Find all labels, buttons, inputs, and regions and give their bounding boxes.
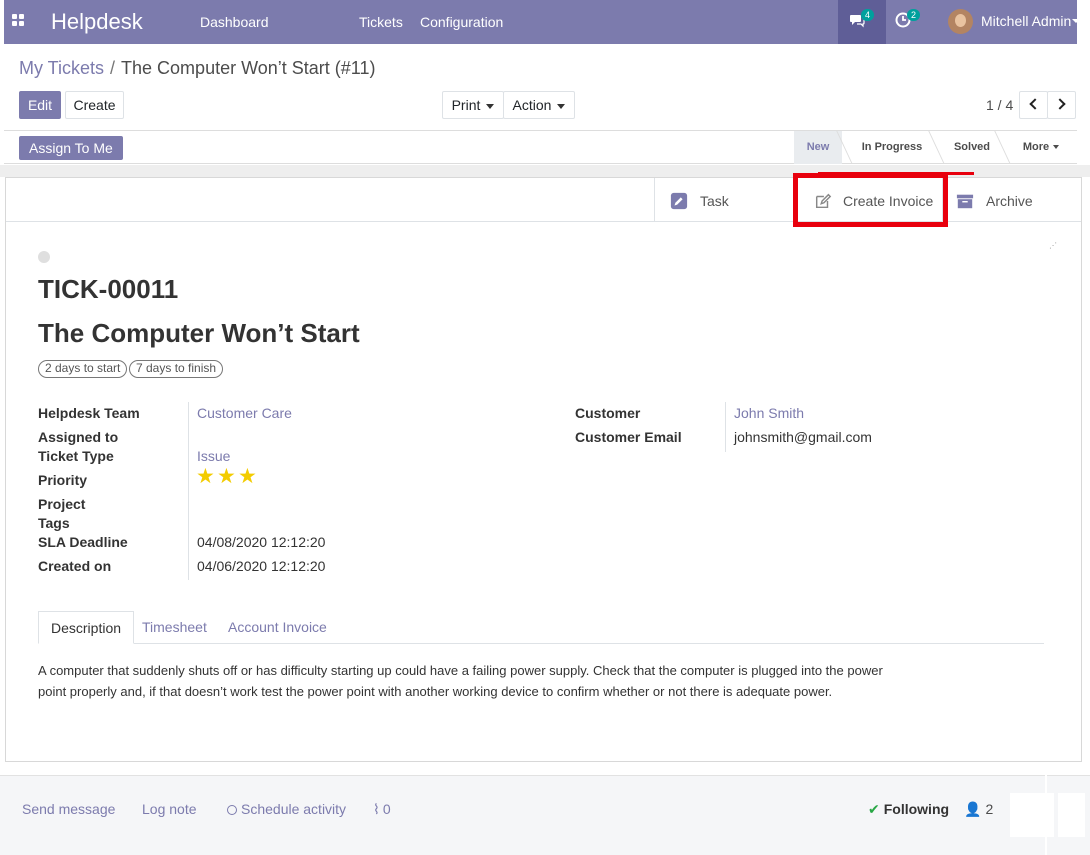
menu-configuration[interactable]: Configuration: [420, 14, 503, 30]
action-dropdown[interactable]: Action: [503, 91, 575, 119]
archive-label: Archive: [986, 193, 1033, 209]
ticket-type-value[interactable]: Issue: [197, 448, 230, 464]
overlay-box: [1058, 793, 1085, 837]
pager-next-button[interactable]: [1047, 91, 1076, 119]
created-on-label: Created on: [38, 558, 112, 574]
schedule-activity-label: Schedule activity: [241, 801, 347, 817]
breadcrumb-current: The Computer Won’t Start (#11): [121, 58, 376, 78]
messages-button[interactable]: 4: [838, 0, 886, 44]
following-label: Following: [883, 801, 950, 817]
pager-previous-button[interactable]: [1019, 91, 1048, 119]
form-sheet: Task Create Invoice Archive ⋰ TICK-00011…: [5, 172, 1082, 762]
stage-in-progress[interactable]: In Progress: [852, 131, 932, 164]
sla-tag: 2 days to start: [38, 360, 128, 378]
check-icon: ✔: [868, 801, 880, 817]
menu-tickets[interactable]: Tickets: [359, 14, 403, 30]
helpdesk-team-label: Helpdesk Team: [38, 405, 140, 421]
annotation-highlight: [793, 173, 948, 227]
paperclip-icon: ⌇: [373, 801, 380, 817]
tags-label: Tags: [38, 515, 70, 531]
priority-star-icon[interactable]: ★: [217, 466, 236, 487]
followers-button[interactable]: 👤 2: [964, 801, 993, 818]
overlay-box: [1010, 793, 1054, 837]
tab-timesheet[interactable]: Timesheet: [130, 611, 219, 644]
user-icon: 👤: [964, 801, 982, 817]
archive-button[interactable]: Archive: [942, 178, 1081, 222]
messages-count-badge: 4: [861, 9, 875, 21]
customer-email-label: Customer Email: [575, 429, 682, 445]
chevron-right-icon: [1054, 98, 1066, 110]
edit-button[interactable]: Edit: [19, 91, 61, 119]
created-on-value: 04/06/2020 12:12:20: [197, 558, 326, 574]
menu-dashboard[interactable]: Dashboard: [200, 14, 269, 30]
avatar: [948, 9, 973, 34]
caret-down-icon: [1053, 145, 1060, 150]
chevron-down-icon: [1072, 19, 1080, 23]
ticket-type-label: Ticket Type: [38, 448, 114, 464]
print-label: Print: [451, 97, 481, 113]
field-divider: [725, 402, 726, 452]
stage-solved[interactable]: Solved: [944, 131, 1000, 164]
sla-tag: 7 days to finish: [129, 360, 224, 378]
log-note-button[interactable]: Log note: [142, 801, 197, 817]
chevron-left-icon: [1029, 98, 1041, 110]
app-brand[interactable]: Helpdesk: [51, 9, 143, 35]
sla-deadline-label: SLA Deadline: [38, 534, 128, 550]
top-navbar: Helpdesk Dashboard Tickets Configuration…: [4, 0, 1080, 44]
customer-label: Customer: [575, 405, 641, 421]
helpdesk-team-value[interactable]: Customer Care: [197, 405, 292, 421]
tab-description[interactable]: Description: [38, 611, 135, 644]
dots-icon: ⋰: [1049, 241, 1057, 250]
user-name: Mitchell Admin: [981, 13, 1072, 29]
activities-count-badge: 2: [907, 9, 921, 21]
chatter: Send message Log note Schedule activity …: [0, 775, 1090, 855]
schedule-activity-button[interactable]: Schedule activity: [227, 801, 346, 817]
followers-count: 2: [985, 801, 994, 817]
kanban-state-indicator[interactable]: [38, 251, 50, 263]
caret-down-icon: [486, 103, 495, 109]
clock-icon: [227, 805, 237, 815]
notebook-tabs: Description Timesheet Account Invoice: [38, 611, 1044, 644]
pager-value[interactable]: 1 / 4: [986, 97, 1013, 113]
tab-account-invoice[interactable]: Account Invoice: [216, 611, 339, 644]
activities-button[interactable]: 2: [895, 9, 921, 31]
priority-star-icon[interactable]: ★: [238, 466, 257, 487]
sla-deadline-value: 04/08/2020 12:12:20: [197, 534, 326, 550]
customer-email-value[interactable]: johnsmith@gmail.com: [734, 429, 872, 445]
task-button[interactable]: Task: [654, 178, 794, 222]
assign-to-me-button[interactable]: Assign To Me: [19, 136, 123, 160]
stage-more-label: More: [1022, 141, 1050, 153]
stage-new[interactable]: New: [794, 131, 842, 164]
send-message-button[interactable]: Send message: [22, 801, 115, 817]
ticket-title[interactable]: The Computer Won’t Start: [38, 318, 360, 349]
task-label: Task: [700, 193, 729, 209]
ticket-reference: TICK-00011: [38, 274, 179, 304]
project-label: Project: [38, 496, 86, 512]
caret-down-icon: [557, 103, 566, 109]
assigned-to-label: Assigned to: [38, 429, 119, 445]
action-label: Action: [512, 97, 552, 113]
stage-more-dropdown[interactable]: More: [1012, 131, 1070, 164]
breadcrumb-separator: /: [110, 58, 116, 78]
chat-icon: 4: [849, 9, 875, 31]
attachments-button[interactable]: ⌇ 0: [373, 801, 391, 818]
field-divider: [188, 402, 189, 580]
pencil-square-icon: [670, 192, 688, 210]
overlay-line: [1045, 762, 1047, 855]
description-text[interactable]: A computer that suddenly shuts off or ha…: [38, 660, 898, 702]
breadcrumb-my-tickets[interactable]: My Tickets: [19, 58, 104, 78]
print-dropdown[interactable]: Print: [442, 91, 504, 119]
following-button[interactable]: ✔ Following: [868, 801, 949, 818]
priority-star-icon[interactable]: ★: [196, 466, 215, 487]
priority-label: Priority: [38, 472, 88, 488]
attachments-count: 0: [382, 801, 391, 817]
archive-icon: [956, 194, 974, 209]
status-bar: Assign To Me New In Progress Solved More: [4, 130, 1077, 164]
customer-value[interactable]: John Smith: [734, 405, 804, 421]
breadcrumb: My Tickets / The Computer Won’t Start (#11…: [19, 58, 375, 79]
apps-menu-icon[interactable]: [12, 14, 28, 30]
create-button[interactable]: Create: [65, 91, 124, 119]
